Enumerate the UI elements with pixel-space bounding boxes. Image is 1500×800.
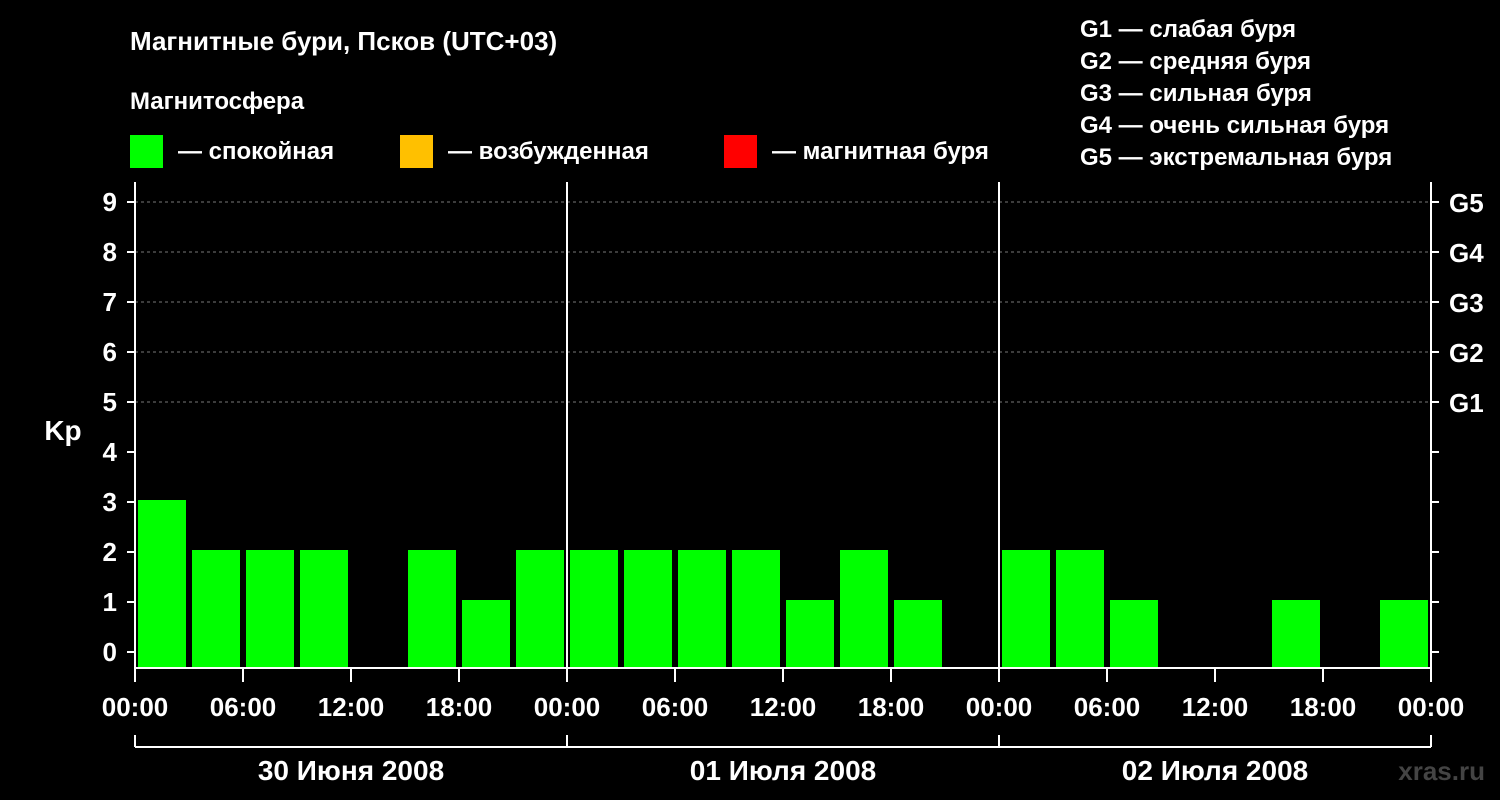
x-tick-label: 00:00	[966, 692, 1033, 722]
y-tick-label: 5	[103, 387, 117, 417]
g-scale-g3: G3 — сильная буря	[1080, 80, 1312, 107]
x-tick-label: 00:00	[102, 692, 169, 722]
y-tick-label: 8	[103, 237, 117, 267]
x-tick-label: 18:00	[426, 692, 493, 722]
x-tick-label: 00:00	[1398, 692, 1465, 722]
day-label: 01 Июля 2008	[690, 755, 876, 786]
legend-swatch-storm	[724, 135, 757, 168]
x-tick-label: 18:00	[1290, 692, 1357, 722]
kp-bar	[516, 550, 564, 668]
kp-bar	[624, 550, 672, 668]
legend-label-quiet: — спокойная	[178, 138, 334, 165]
kp-bar	[246, 550, 294, 668]
kp-bar	[1380, 600, 1428, 668]
watermark: xras.ru	[1398, 756, 1485, 786]
x-tick-label: 00:00	[534, 692, 601, 722]
kp-bar	[1272, 600, 1320, 668]
y-tick-label: 2	[103, 537, 117, 567]
g-scale-g4: G4 — очень сильная буря	[1080, 112, 1389, 139]
legend-label-storm: — магнитная буря	[772, 138, 989, 165]
g-scale-g5: G5 — экстремальная буря	[1080, 144, 1392, 171]
kp-bar	[732, 550, 780, 668]
legend-label-active: — возбужденная	[448, 138, 649, 165]
day-label: 02 Июля 2008	[1122, 755, 1308, 786]
g-level-label: G5	[1449, 188, 1484, 218]
x-tick-label: 06:00	[642, 692, 709, 722]
x-tick-label: 12:00	[318, 692, 385, 722]
magnetosphere-subtitle: Магнитосфера	[130, 88, 305, 115]
kp-bar	[1110, 600, 1158, 668]
plot-area: 0 1 2 3 4 5 6 7 8 9 G1 G2 G3 G4 G5 00:00 06:00 12:00 18:00…	[102, 182, 1484, 786]
kp-bar	[678, 550, 726, 668]
kp-bar	[786, 600, 834, 668]
kp-bar	[1002, 550, 1050, 668]
x-tick-label: 06:00	[210, 692, 277, 722]
g-level-label: G4	[1449, 238, 1484, 268]
day-label: 30 Июня 2008	[258, 755, 444, 786]
y-tick-label: 4	[103, 437, 118, 467]
kp-bar	[462, 600, 510, 668]
kp-bar	[1056, 550, 1104, 668]
y-tick-label: 1	[103, 587, 117, 617]
x-tick-label: 18:00	[858, 692, 925, 722]
g-scale-g1: G1 — слабая буря	[1080, 16, 1296, 43]
kp-bar	[840, 550, 888, 668]
g-scale-g2: G2 — средняя буря	[1080, 48, 1311, 75]
kp-bar	[300, 550, 348, 668]
y-tick-label: 0	[103, 637, 117, 667]
y-tick-label: 9	[103, 187, 117, 217]
kp-bar	[408, 550, 456, 668]
kp-bar	[192, 550, 240, 668]
x-tick-label: 06:00	[1074, 692, 1141, 722]
chart-title: Магнитные бури, Псков (UTC+03)	[130, 26, 557, 56]
kp-chart: Магнитные бури, Псков (UTC+03) Магнитосф…	[44, 16, 1485, 786]
y-tick-label: 6	[103, 337, 117, 367]
x-tick-label: 12:00	[750, 692, 817, 722]
kp-bar	[138, 500, 186, 668]
kp-bar	[894, 600, 942, 668]
y-axis-label: Kp	[44, 415, 81, 446]
y-tick-label: 7	[103, 287, 117, 317]
legend-swatch-active	[400, 135, 433, 168]
legend-swatch-quiet	[130, 135, 163, 168]
g-level-label: G2	[1449, 338, 1484, 368]
g-level-label: G1	[1449, 388, 1484, 418]
x-tick-label: 12:00	[1182, 692, 1249, 722]
y-tick-label: 3	[103, 487, 117, 517]
kp-bar	[570, 550, 618, 668]
g-level-label: G3	[1449, 288, 1484, 318]
